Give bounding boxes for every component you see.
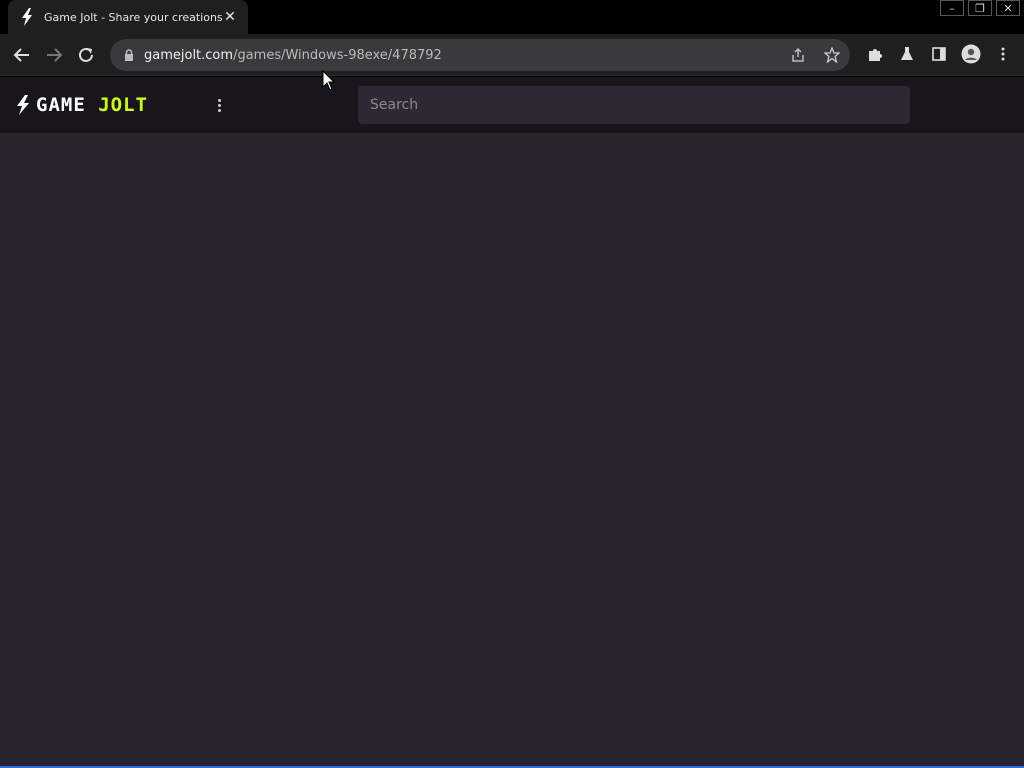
url-host: gamejolt.com	[144, 47, 234, 63]
share-icon[interactable]	[788, 45, 808, 65]
tab-title: Game Jolt - Share your creations	[44, 10, 222, 24]
forward-arrow-icon[interactable]	[42, 43, 66, 67]
browser-toolbar: gamejolt.com/games/Windows-98exe/478792	[0, 34, 1024, 76]
tab-close-icon[interactable]: ✕	[222, 9, 238, 25]
gamejolt-bolt-icon	[18, 8, 36, 26]
extensions-puzzle-icon[interactable]	[864, 43, 886, 65]
labs-flask-icon[interactable]	[896, 43, 918, 65]
page-content	[0, 133, 1024, 766]
back-arrow-icon[interactable]	[10, 43, 34, 67]
logo-word-game: GAME	[36, 94, 86, 116]
address-bar[interactable]: gamejolt.com/games/Windows-98exe/478792	[110, 39, 850, 71]
more-options-icon[interactable]	[212, 95, 226, 115]
site-header: GAME JOLT	[0, 77, 1024, 133]
window-controls: – ❐ ✕	[940, 0, 1020, 16]
reload-icon[interactable]	[74, 43, 98, 67]
close-window-button[interactable]: ✕	[996, 0, 1020, 16]
bookmark-star-icon[interactable]	[822, 45, 842, 65]
restore-button[interactable]: ❐	[968, 0, 992, 16]
lock-icon	[122, 48, 136, 62]
gamejolt-logo[interactable]: GAME JOLT	[14, 94, 148, 116]
profile-avatar-icon[interactable]	[960, 43, 982, 65]
browser-menu-icon[interactable]	[992, 43, 1014, 65]
logo-word-jolt: JOLT	[98, 94, 148, 116]
gamejolt-bolt-icon	[17, 95, 29, 115]
side-panel-icon[interactable]	[928, 43, 950, 65]
url-text: gamejolt.com/games/Windows-98exe/478792	[144, 48, 442, 63]
browser-titlebar: Game Jolt - Share your creations ✕ – ❐ ✕	[0, 0, 1024, 34]
mouse-cursor-icon	[322, 70, 336, 91]
url-path: /games/Windows-98exe/478792	[233, 47, 442, 63]
logo-text: GAME JOLT	[36, 94, 148, 116]
minimize-button[interactable]: –	[940, 0, 964, 16]
browser-tab[interactable]: Game Jolt - Share your creations ✕	[8, 0, 248, 34]
search-input[interactable]	[358, 86, 910, 124]
